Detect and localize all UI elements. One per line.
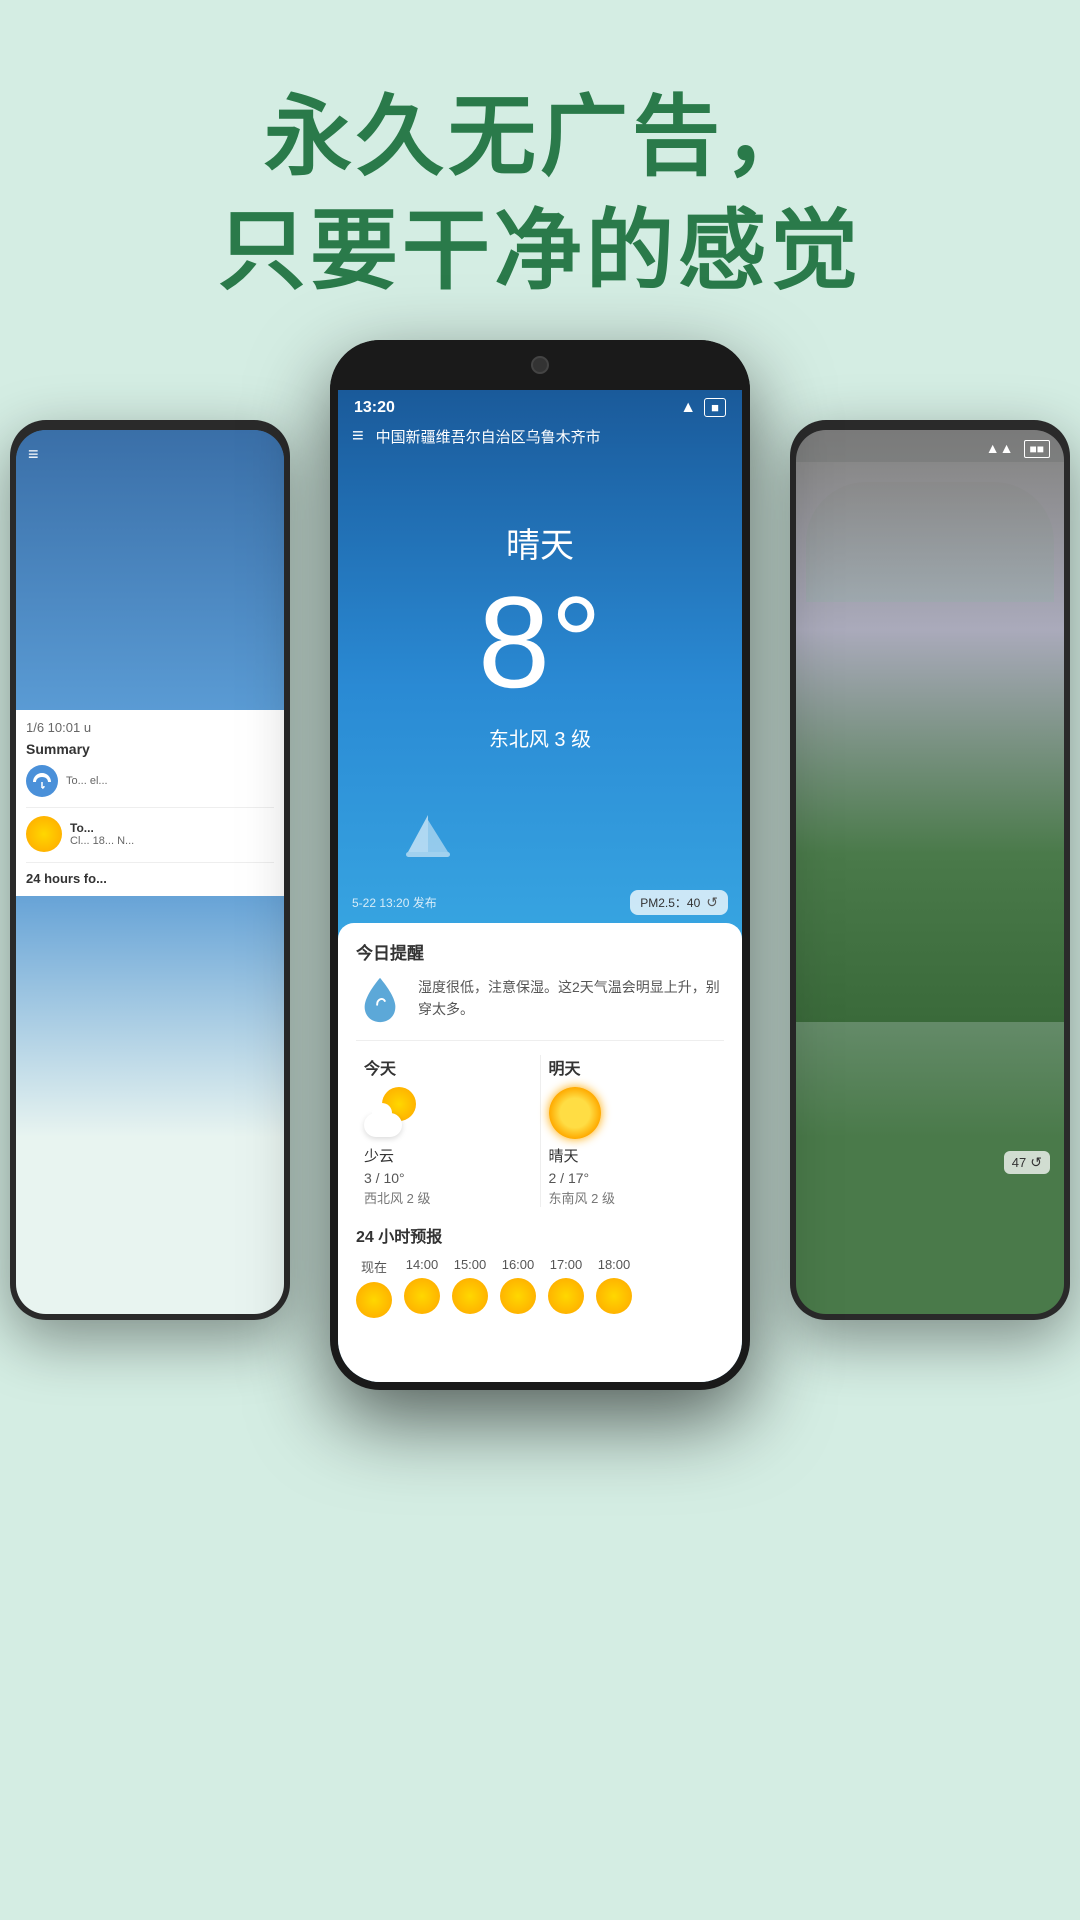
forecast-24h-title: 24 小时预报 [356, 1223, 724, 1247]
hour-now-icon [356, 1282, 392, 1318]
right-refresh-icon: ↺ [1030, 1154, 1042, 1171]
status-icons: ▲ ■ [680, 398, 726, 417]
phone-screen: 13:20 ▲ ■ ≡ 中国新疆维吾尔自治区乌鲁木齐市 晴天 8° 东北风 3 … [338, 390, 742, 1382]
bottom-info-bar: 5-22 13:20 发布 PM2.5：40 ↺ [338, 882, 742, 923]
left-today-label: To... [70, 821, 134, 835]
tomorrow-temps: 2 / 17° [549, 1170, 717, 1186]
white-card: 今日提醒 湿度很低，注意保湿。这2天气温会明显上升，别穿太多。 [338, 923, 742, 1382]
left-24h-label: 24 hours fo... [26, 862, 274, 886]
left-today-subtext: Cl... 18... N... [70, 835, 134, 847]
left-menu-icon: ≡ [28, 444, 272, 465]
sailboat-icon [398, 810, 458, 882]
hour-1400-icon [404, 1278, 440, 1314]
phone-center: 13:20 ▲ ■ ≡ 中国新疆维吾尔自治区乌鲁木齐市 晴天 8° 东北风 3 … [330, 340, 750, 1390]
today-temps: 3 / 10° [364, 1170, 532, 1186]
hour-1800: 18:00 [596, 1257, 632, 1318]
weather-wind: 东北风 3 级 [358, 723, 722, 752]
hour-1700: 17:00 [548, 1257, 584, 1318]
phone-left-screen: ≡ 1/6 10:01 u Summary To... el... To... … [16, 430, 284, 1314]
hour-1400: 14:00 [404, 1257, 440, 1318]
hour-1700-icon [548, 1278, 584, 1314]
weather-main: 晴天 8° 东北风 3 级 [338, 458, 742, 782]
forecast-tomorrow: 明天 晴天 2 / 17° 东南风 2 级 [541, 1055, 725, 1207]
pm-value: PM2.5：40 [640, 894, 700, 911]
reminder-content: 湿度很低，注意保湿。这2天气温会明显上升，别穿太多。 [356, 976, 724, 1024]
tomorrow-weather-icon [549, 1087, 601, 1139]
hamburger-menu-icon[interactable]: ≡ [352, 425, 364, 448]
reminder-title: 今日提醒 [356, 939, 724, 964]
status-time: 13:20 [354, 399, 395, 417]
phone-right-screen: ▲▲ ■■ 47 ↺ [796, 430, 1064, 1314]
battery-icon: ■ [704, 398, 726, 417]
hour-1600: 16:00 [500, 1257, 536, 1318]
publish-time: 5-22 13:20 发布 [352, 894, 437, 911]
right-battery-icon: ■■ [1024, 440, 1051, 458]
hour-1600-icon [500, 1278, 536, 1314]
tomorrow-wind: 东南风 2 级 [549, 1188, 717, 1207]
forecast-row: 今天 少云 3 / 10° 西北风 2 级 明天 [356, 1040, 724, 1207]
phones-area: ≡ 1/6 10:01 u Summary To... el... To... … [0, 340, 1080, 1920]
left-summary-label: Summary [26, 741, 274, 757]
left-sun-icon [26, 816, 62, 852]
forecast-today: 今天 少云 3 / 10° 西北风 2 级 [356, 1055, 541, 1207]
reminder-text: 湿度很低，注意保湿。这2天气温会明显上升，别穿太多。 [418, 976, 724, 1021]
tomorrow-condition: 晴天 [549, 1145, 717, 1166]
today-label: 今天 [364, 1055, 532, 1079]
weather-condition: 晴天 [358, 518, 722, 567]
sailboat-decoration [338, 802, 742, 882]
status-bar: 13:20 ▲ ■ [338, 390, 742, 421]
today-condition: 少云 [364, 1145, 532, 1166]
hour-1500-icon [452, 1278, 488, 1314]
right-status-bar: ▲▲ ■■ [796, 430, 1064, 462]
tomorrow-label: 明天 [549, 1055, 717, 1079]
left-date: 1/6 10:01 u [26, 720, 274, 735]
hour-1800-icon [596, 1278, 632, 1314]
heading-line1: 永久无广告， [0, 80, 1080, 194]
app-header: ≡ 中国新疆维吾尔自治区乌鲁木齐市 [338, 421, 742, 458]
location-label: 中国新疆维吾尔自治区乌鲁木齐市 [376, 426, 601, 447]
phone-notch [330, 340, 750, 390]
forecast-24h-row: 现在 14:00 15:00 16:00 [356, 1257, 724, 1318]
today-weather-icon [364, 1087, 416, 1139]
hour-now: 现在 [356, 1257, 392, 1318]
screen-content: 13:20 ▲ ■ ≡ 中国新疆维吾尔自治区乌鲁木齐市 晴天 8° 东北风 3 … [338, 390, 742, 1382]
right-pm-badge: 47 ↺ [1004, 1151, 1050, 1174]
right-wifi-icon: ▲▲ [986, 440, 1014, 458]
wifi-icon: ▲ [680, 399, 696, 417]
left-umbrella-icon [26, 765, 58, 797]
hour-1500: 15:00 [452, 1257, 488, 1318]
phone-right: ▲▲ ■■ 47 ↺ [790, 420, 1070, 1320]
refresh-icon[interactable]: ↺ [706, 894, 718, 911]
today-wind: 西北风 2 级 [364, 1188, 532, 1207]
water-drop-icon [356, 976, 404, 1024]
phone-left: ≡ 1/6 10:01 u Summary To... el... To... … [10, 420, 290, 1320]
front-camera [531, 356, 549, 374]
heading-line2: 只要干净的感觉 [0, 194, 1080, 308]
heading-area: 永久无广告， 只要干净的感觉 [0, 0, 1080, 349]
left-umbrella-text: To... el... [66, 775, 108, 787]
weather-temperature: 8° [358, 577, 722, 707]
pm-badge: PM2.5：40 ↺ [630, 890, 728, 915]
